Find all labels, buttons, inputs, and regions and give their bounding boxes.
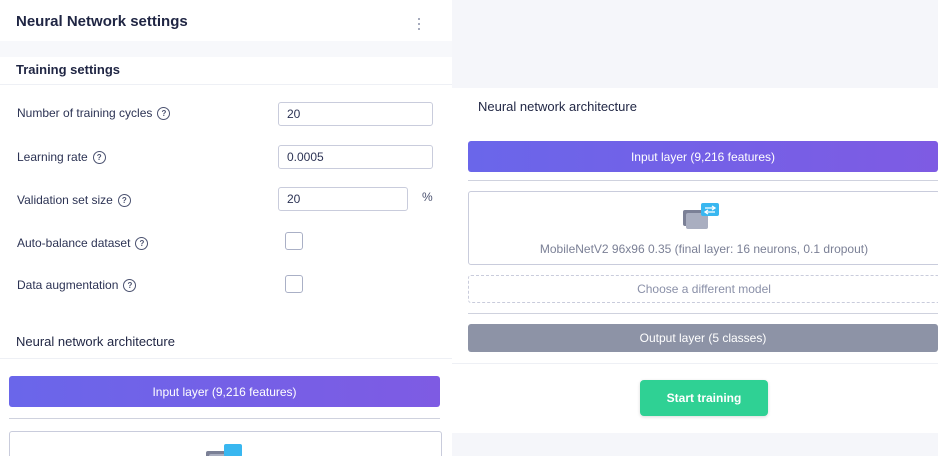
training-cycles-input[interactable] xyxy=(278,102,433,126)
data-augmentation-label: Data augmentation ? xyxy=(17,278,137,292)
model-card[interactable] xyxy=(9,431,442,456)
kebab-menu-icon[interactable] xyxy=(414,16,424,32)
auto-balance-label: Auto-balance dataset ? xyxy=(17,236,149,250)
layer-divider xyxy=(9,418,440,419)
architecture-panel: Neural network architecture Input layer … xyxy=(452,88,938,433)
page-title: Neural Network settings xyxy=(16,13,188,30)
choose-model-button[interactable]: Choose a different model xyxy=(468,275,938,303)
input-layer-bar: Input layer (9,216 features) xyxy=(468,141,938,172)
data-augmentation-checkbox[interactable] xyxy=(285,275,303,293)
learning-rate-text: Learning rate xyxy=(17,150,88,164)
layer-divider xyxy=(468,180,938,181)
section-divider xyxy=(452,363,938,364)
architecture-heading: Neural network architecture xyxy=(478,99,637,114)
section-divider xyxy=(0,41,452,57)
training-cycles-label: Number of training cycles ? xyxy=(17,106,171,120)
question-circle-icon[interactable]: ? xyxy=(135,236,149,250)
auto-balance-text: Auto-balance dataset xyxy=(17,236,131,250)
validation-size-label: Validation set size ? xyxy=(17,193,131,207)
question-circle-icon[interactable]: ? xyxy=(117,193,131,207)
spacer xyxy=(0,312,452,320)
settings-panel: Neural Network settings Training setting… xyxy=(0,0,452,456)
auto-balance-checkbox[interactable] xyxy=(285,232,303,250)
percent-unit: % xyxy=(422,190,433,204)
validation-size-input[interactable] xyxy=(278,187,408,211)
input-layer-bar: Input layer (9,216 features) xyxy=(9,376,440,407)
architecture-heading: Neural network architecture xyxy=(16,334,175,349)
learning-rate-input[interactable] xyxy=(278,145,433,169)
validation-size-text: Validation set size xyxy=(17,193,113,207)
training-settings-heading: Training settings xyxy=(16,62,121,77)
learning-rate-label: Learning rate ? xyxy=(17,150,106,164)
question-circle-icon[interactable]: ? xyxy=(157,106,171,120)
question-circle-icon[interactable]: ? xyxy=(123,278,137,292)
image-transfer-icon xyxy=(206,444,242,456)
data-augmentation-text: Data augmentation xyxy=(17,278,119,292)
layer-divider xyxy=(468,313,938,314)
question-circle-icon[interactable]: ? xyxy=(92,150,106,164)
training-cycles-text: Number of training cycles xyxy=(17,106,153,120)
output-layer-bar: Output layer (5 classes) xyxy=(468,324,938,352)
model-description: MobileNetV2 96x96 0.35 (final layer: 16 … xyxy=(539,242,869,256)
model-card[interactable]: MobileNetV2 96x96 0.35 (final layer: 16 … xyxy=(468,191,938,265)
image-transfer-icon xyxy=(683,203,719,229)
section-divider xyxy=(0,358,452,359)
start-training-button[interactable]: Start training xyxy=(640,380,768,416)
section-divider xyxy=(0,84,452,85)
